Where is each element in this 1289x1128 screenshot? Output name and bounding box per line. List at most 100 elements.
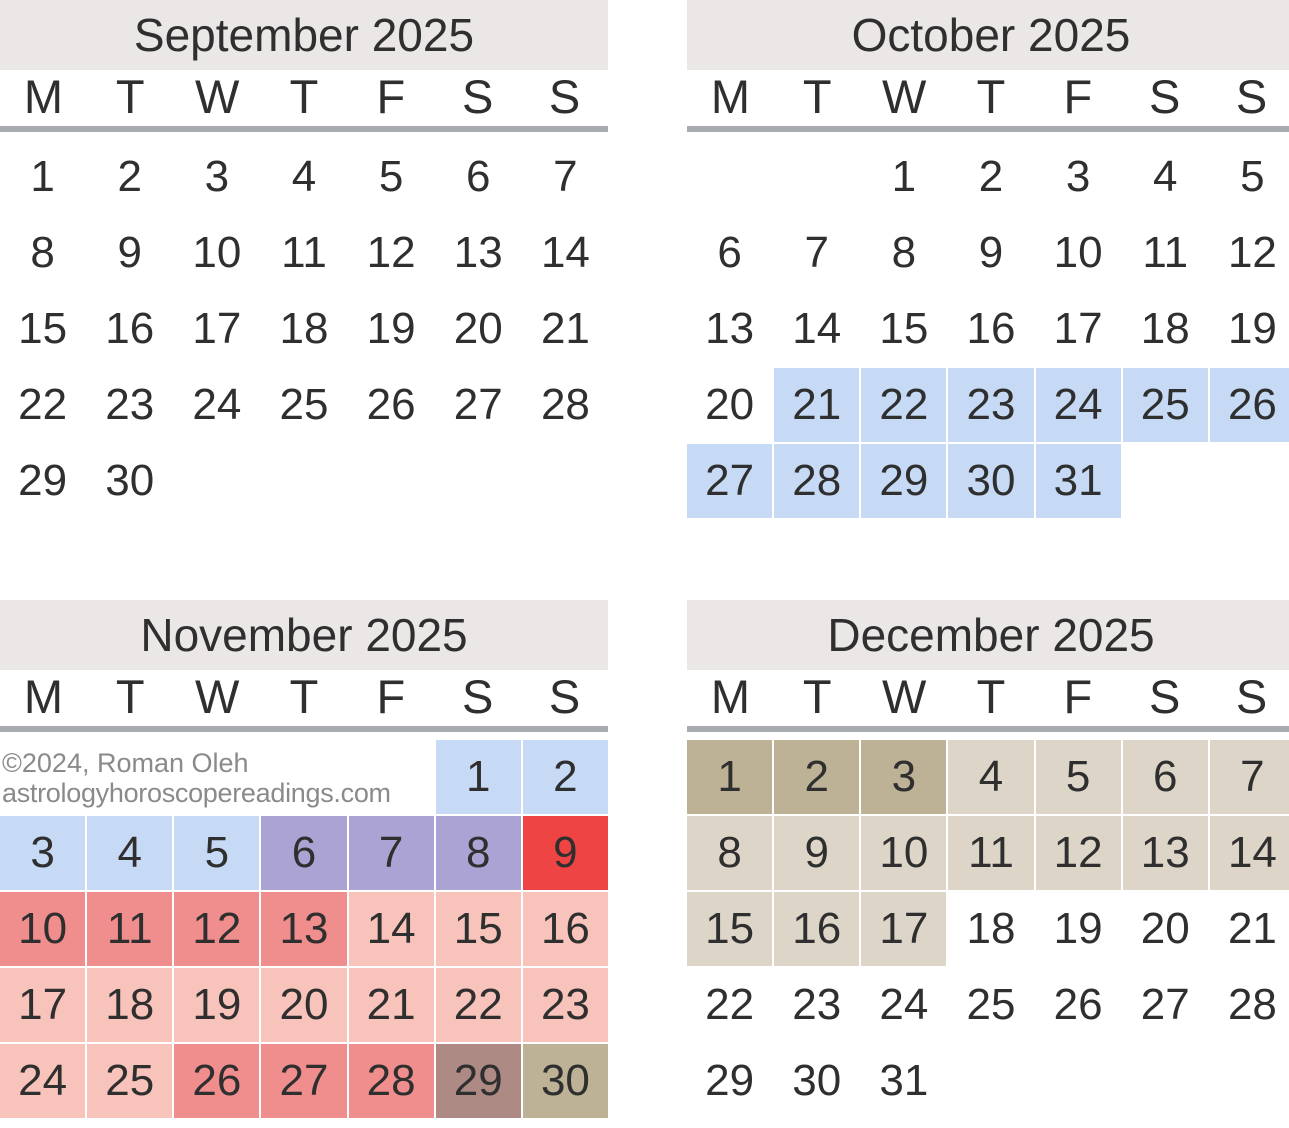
day-cell[interactable]: 23 (522, 968, 608, 1042)
day-cell[interactable]: 30 (87, 444, 172, 518)
day-cell[interactable]: 11 (948, 816, 1034, 890)
day-cell[interactable]: 2 (774, 740, 860, 814)
day-cell[interactable]: 21 (348, 968, 434, 1042)
day-cell[interactable]: 13 (436, 216, 521, 290)
day-cell[interactable]: 23 (948, 368, 1034, 442)
day-cell[interactable]: 25 (948, 968, 1033, 1042)
day-cell[interactable]: 4 (87, 816, 173, 890)
day-cell[interactable]: 12 (1035, 816, 1121, 890)
day-cell[interactable]: 23 (87, 368, 172, 442)
day-cell[interactable]: 16 (87, 292, 172, 366)
day-cell[interactable]: 21 (1210, 892, 1289, 966)
day-cell[interactable]: 28 (774, 444, 860, 518)
day-cell[interactable]: 15 (435, 892, 521, 966)
day-cell[interactable]: 2 (87, 140, 172, 214)
day-cell[interactable]: 27 (687, 444, 773, 518)
day-cell[interactable]: 22 (0, 368, 85, 442)
day-cell[interactable]: 9 (522, 816, 608, 890)
day-cell[interactable]: 30 (522, 1044, 608, 1118)
day-cell[interactable]: 5 (1035, 740, 1121, 814)
day-cell[interactable]: 11 (1123, 216, 1208, 290)
day-cell[interactable]: 5 (174, 816, 260, 890)
day-cell[interactable]: 5 (1210, 140, 1289, 214)
day-cell[interactable]: 9 (948, 216, 1033, 290)
day-cell[interactable]: 30 (948, 444, 1034, 518)
day-cell[interactable]: 16 (948, 292, 1033, 366)
day-cell[interactable]: 26 (349, 368, 434, 442)
day-cell[interactable]: 4 (261, 140, 346, 214)
day-cell[interactable]: 27 (261, 1044, 347, 1118)
day-cell[interactable]: 13 (1122, 816, 1208, 890)
day-cell[interactable]: 6 (687, 216, 772, 290)
day-cell[interactable]: 8 (861, 216, 946, 290)
day-cell[interactable]: 4 (948, 740, 1034, 814)
day-cell[interactable]: 18 (261, 292, 346, 366)
day-cell[interactable]: 25 (1122, 368, 1208, 442)
day-cell[interactable]: 6 (1122, 740, 1208, 814)
day-cell[interactable]: 9 (87, 216, 172, 290)
day-cell[interactable]: 17 (174, 292, 259, 366)
day-cell[interactable]: 11 (261, 216, 346, 290)
day-cell[interactable]: 29 (687, 1044, 772, 1118)
day-cell[interactable]: 4 (1123, 140, 1208, 214)
day-cell[interactable]: 22 (861, 368, 947, 442)
day-cell[interactable]: 6 (261, 816, 347, 890)
day-cell[interactable]: 19 (174, 968, 260, 1042)
day-cell[interactable]: 29 (435, 1044, 521, 1118)
day-cell[interactable]: 24 (174, 368, 259, 442)
day-cell[interactable]: 18 (1123, 292, 1208, 366)
day-cell[interactable]: 31 (861, 1044, 946, 1118)
day-cell[interactable]: 6 (436, 140, 521, 214)
day-cell[interactable]: 25 (261, 368, 346, 442)
day-cell[interactable]: 8 (0, 216, 85, 290)
day-cell[interactable]: 18 (87, 968, 173, 1042)
day-cell[interactable]: 20 (261, 968, 347, 1042)
day-cell[interactable]: 10 (174, 216, 259, 290)
day-cell[interactable]: 20 (436, 292, 521, 366)
day-cell[interactable]: 29 (0, 444, 85, 518)
day-cell[interactable]: 16 (774, 892, 860, 966)
day-cell[interactable]: 27 (1123, 968, 1208, 1042)
day-cell[interactable]: 29 (861, 444, 947, 518)
day-cell[interactable]: 1 (861, 140, 946, 214)
day-cell[interactable]: 3 (174, 140, 259, 214)
day-cell[interactable]: 7 (348, 816, 434, 890)
day-cell[interactable]: 7 (774, 216, 859, 290)
day-cell[interactable]: 21 (523, 292, 608, 366)
day-cell[interactable]: 28 (523, 368, 608, 442)
day-cell[interactable]: 8 (687, 816, 773, 890)
day-cell[interactable]: 17 (861, 892, 947, 966)
day-cell[interactable]: 15 (687, 892, 773, 966)
day-cell[interactable]: 3 (0, 816, 86, 890)
day-cell[interactable]: 20 (687, 368, 772, 442)
day-cell[interactable]: 1 (687, 740, 773, 814)
day-cell[interactable]: 9 (774, 816, 860, 890)
day-cell[interactable]: 26 (1036, 968, 1121, 1042)
day-cell[interactable]: 12 (1210, 216, 1289, 290)
day-cell[interactable]: 17 (0, 968, 86, 1042)
day-cell[interactable]: 26 (1209, 368, 1289, 442)
day-cell[interactable]: 1 (435, 740, 521, 814)
day-cell[interactable]: 19 (1036, 892, 1121, 966)
day-cell[interactable]: 26 (174, 1044, 260, 1118)
day-cell[interactable]: 10 (1036, 216, 1121, 290)
day-cell[interactable]: 7 (523, 140, 608, 214)
day-cell[interactable]: 22 (435, 968, 521, 1042)
day-cell[interactable]: 14 (348, 892, 434, 966)
day-cell[interactable]: 13 (261, 892, 347, 966)
day-cell[interactable]: 10 (861, 816, 947, 890)
day-cell[interactable]: 24 (0, 1044, 86, 1118)
day-cell[interactable]: 7 (1209, 740, 1289, 814)
day-cell[interactable]: 10 (0, 892, 86, 966)
day-cell[interactable]: 16 (522, 892, 608, 966)
day-cell[interactable]: 28 (348, 1044, 434, 1118)
day-cell[interactable]: 22 (687, 968, 772, 1042)
day-cell[interactable]: 8 (435, 816, 521, 890)
day-cell[interactable]: 25 (87, 1044, 173, 1118)
day-cell[interactable]: 14 (774, 292, 859, 366)
day-cell[interactable]: 23 (774, 968, 859, 1042)
day-cell[interactable]: 2 (522, 740, 608, 814)
day-cell[interactable]: 24 (861, 968, 946, 1042)
day-cell[interactable]: 5 (349, 140, 434, 214)
day-cell[interactable]: 14 (1209, 816, 1289, 890)
